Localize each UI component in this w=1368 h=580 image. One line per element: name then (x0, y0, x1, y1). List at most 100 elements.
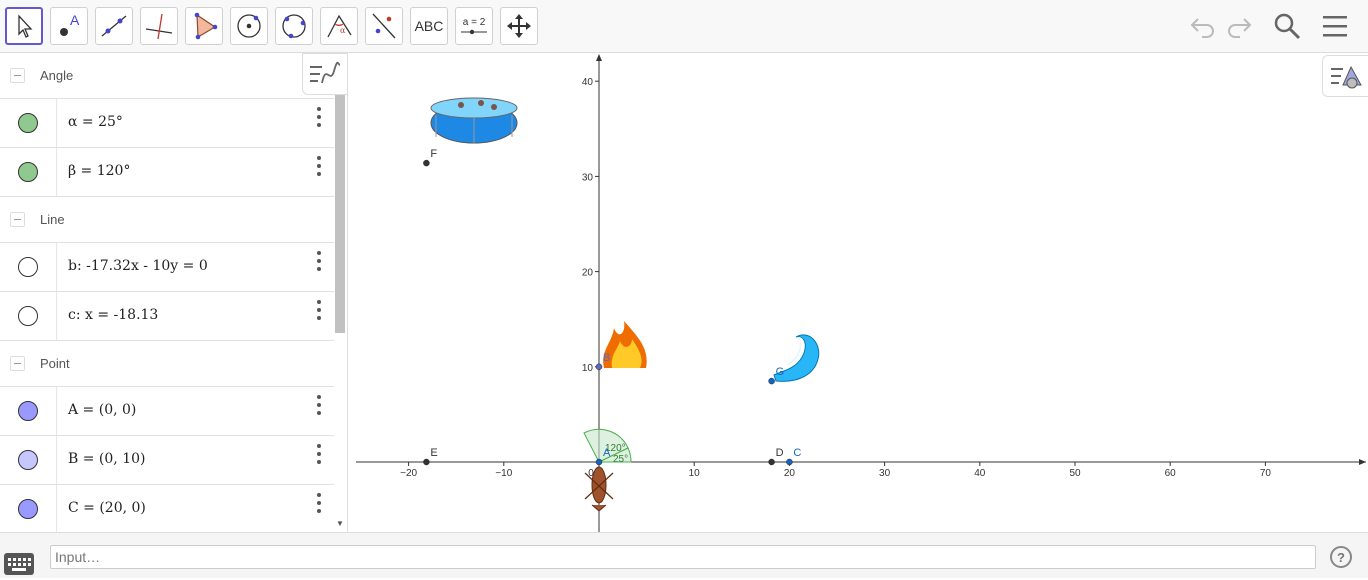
collapse-icon[interactable] (10, 68, 25, 83)
point-g[interactable] (768, 377, 775, 385)
group-header-angle[interactable]: Angle (0, 53, 334, 99)
input-bar: Input… ? (0, 532, 1368, 578)
text-tool-label: ABC (414, 18, 444, 34)
visibility-toggle[interactable] (18, 162, 38, 182)
line-tool-button[interactable] (95, 7, 133, 45)
move-tool-button[interactable] (5, 7, 43, 45)
point-f[interactable] (423, 159, 430, 167)
more-options-icon[interactable] (314, 107, 324, 127)
keyboard-icon[interactable] (4, 553, 34, 575)
y-axis-ticks: 10 20 30 40 (582, 77, 599, 374)
visibility-toggle[interactable] (18, 499, 38, 519)
algebra-style-bar-toggle[interactable] (302, 53, 348, 95)
group-label: Point (40, 356, 70, 371)
group-label: Angle (40, 68, 74, 83)
point-tool-button[interactable]: A (50, 7, 88, 45)
angle-tool-button[interactable]: α (320, 7, 358, 45)
point-label: B (603, 352, 610, 364)
y-tick-label: 30 (582, 172, 594, 183)
group-header-line[interactable]: Line (0, 197, 334, 243)
algebra-input-field[interactable]: Input… (50, 545, 1316, 569)
graphics-view[interactable]: −20 −10 0 10 20 30 40 50 60 70 10 20 30 40 120° 25° (356, 53, 1368, 532)
x-tick-label: 10 (689, 468, 701, 479)
algebra-scrollbar[interactable] (335, 93, 345, 333)
more-options-icon[interactable] (314, 395, 324, 415)
point-e[interactable] (423, 458, 430, 466)
point-c[interactable] (786, 458, 793, 466)
algebra-item-text[interactable]: b: -17.32x - 10y = 0 (68, 258, 208, 274)
algebra-item-point-c[interactable]: C = (20, 0) (0, 485, 334, 532)
point-b[interactable] (595, 363, 603, 371)
main-menu-button[interactable] (1318, 10, 1352, 42)
move-graphics-tool-button[interactable] (500, 7, 538, 45)
more-options-icon[interactable] (314, 493, 324, 513)
more-options-icon[interactable] (314, 444, 324, 464)
x-tick-label: −20 (400, 468, 417, 479)
circle-center-tool-button[interactable] (230, 7, 268, 45)
algebra-item-beta[interactable]: β = 120° (0, 148, 334, 197)
redo-icon (1228, 18, 1252, 38)
point-label: D (776, 447, 784, 459)
algebra-item-text[interactable]: β = 120° (68, 163, 130, 179)
move-arrows-icon (507, 14, 531, 38)
visibility-toggle[interactable] (18, 401, 38, 421)
point-d[interactable] (768, 458, 775, 466)
algebra-item-line-b[interactable]: b: -17.32x - 10y = 0 (0, 243, 334, 292)
group-label: Line (40, 212, 65, 227)
circle-three-points-tool-button[interactable] (275, 7, 313, 45)
search-button[interactable] (1270, 10, 1304, 42)
pool-image[interactable] (430, 97, 518, 144)
group-header-point[interactable]: Point (0, 341, 334, 387)
perpendicular-tool-button[interactable] (140, 7, 178, 45)
collapse-icon[interactable] (10, 212, 25, 227)
help-icon[interactable]: ? (1330, 546, 1352, 568)
algebra-view: Angle α = 25° β = 120° Line b: -17.32x -… (0, 53, 348, 532)
point-label: A (603, 447, 611, 459)
algebra-item-text[interactable]: C = (20, 0) (68, 500, 146, 516)
visibility-toggle[interactable] (18, 450, 38, 470)
polygon-tool-button[interactable] (185, 7, 223, 45)
y-tick-label: 40 (582, 77, 594, 88)
reflect-tool-button[interactable] (365, 7, 403, 45)
algebra-item-text[interactable]: A = (0, 0) (68, 402, 136, 418)
algebra-item-line-c[interactable]: c: x = -18.13 (0, 292, 334, 341)
algebra-item-alpha[interactable]: α = 25° (0, 99, 334, 148)
x-tick-label: 60 (1165, 468, 1177, 479)
circle-center-icon (237, 14, 261, 38)
line-icon (101, 15, 127, 37)
visibility-toggle[interactable] (18, 113, 38, 133)
undo-button[interactable] (1186, 10, 1220, 42)
algebra-item-point-a[interactable]: A = (0, 0) (0, 387, 334, 436)
point-label: F (430, 148, 437, 160)
graphics-style-bar-toggle[interactable] (1322, 55, 1368, 97)
more-options-icon[interactable] (314, 156, 324, 176)
scroll-down-arrow-icon[interactable]: ▼ (336, 519, 344, 528)
points-layer: A B CD E F G (423, 148, 801, 466)
collapse-icon[interactable] (10, 356, 25, 371)
y-tick-label: 10 (582, 363, 594, 374)
circle-three-points-icon (282, 14, 306, 39)
text-tool-button[interactable]: ABC (410, 7, 448, 45)
more-options-icon[interactable] (314, 251, 324, 271)
algebra-item-text[interactable]: c: x = -18.13 (68, 307, 158, 323)
algebra-item-text[interactable]: α = 25° (68, 114, 123, 130)
x-tick-label: 50 (1069, 468, 1081, 479)
algebra-item-text[interactable]: B = (0, 10) (68, 451, 145, 467)
more-options-icon[interactable] (314, 300, 324, 320)
x-axis-ticks: −20 −10 0 10 20 30 40 50 60 70 (400, 462, 1271, 479)
slider-tool-button[interactable]: a = 2 (455, 7, 493, 45)
point-label: C (793, 447, 801, 459)
x-tick-label: 20 (784, 468, 796, 479)
algebra-item-point-b[interactable]: B = (0, 10) (0, 436, 334, 485)
point-label: E (430, 447, 437, 459)
slider-icon (461, 29, 487, 34)
graphics-canvas[interactable]: −20 −10 0 10 20 30 40 50 60 70 10203040 120° 25° (356, 53, 1368, 532)
redo-button[interactable] (1222, 10, 1256, 42)
point-label: G (776, 366, 785, 378)
angle-icon: α (327, 14, 352, 38)
visibility-toggle[interactable] (18, 257, 38, 277)
visibility-toggle[interactable] (18, 306, 38, 326)
point-a[interactable] (595, 458, 603, 466)
svg-text:α: α (340, 26, 346, 35)
svg-text:A: A (70, 12, 80, 28)
